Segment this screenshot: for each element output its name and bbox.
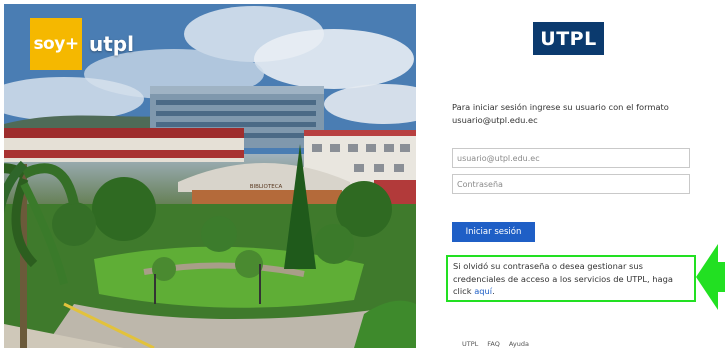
- utpl-logo: UTPL: [533, 22, 604, 55]
- campus-photo: BIBLIOTECA soy+ utpl: [4, 4, 416, 348]
- help-here-link[interactable]: aquí: [474, 286, 492, 296]
- soy-plus-badge: soy+: [30, 18, 82, 70]
- password-input[interactable]: [452, 174, 690, 194]
- footer-links: UTPL FAQ Ayuda: [462, 340, 529, 348]
- footer-link-utpl[interactable]: UTPL: [462, 340, 478, 348]
- login-instructions: Para iniciar sesión ingrese su usuario c…: [452, 102, 669, 125]
- login-button[interactable]: Iniciar sesión: [452, 222, 535, 242]
- utpl-wordmark: utpl: [89, 32, 134, 56]
- left-arrow-icon: [696, 244, 725, 310]
- footer-link-ayuda[interactable]: Ayuda: [509, 340, 529, 348]
- footer-link-faq[interactable]: FAQ: [487, 340, 500, 348]
- login-page: BIBLIOTECA soy+ utpl UTPL Para iniciar s…: [0, 0, 725, 350]
- username-input[interactable]: [452, 148, 690, 168]
- building-sign: BIBLIOTECA: [250, 184, 283, 190]
- password-help-box: Si olvidó su contraseña o desea gestiona…: [446, 255, 696, 302]
- soy-utpl-logo: soy+ utpl: [30, 18, 134, 70]
- password-help-end: .: [492, 286, 495, 296]
